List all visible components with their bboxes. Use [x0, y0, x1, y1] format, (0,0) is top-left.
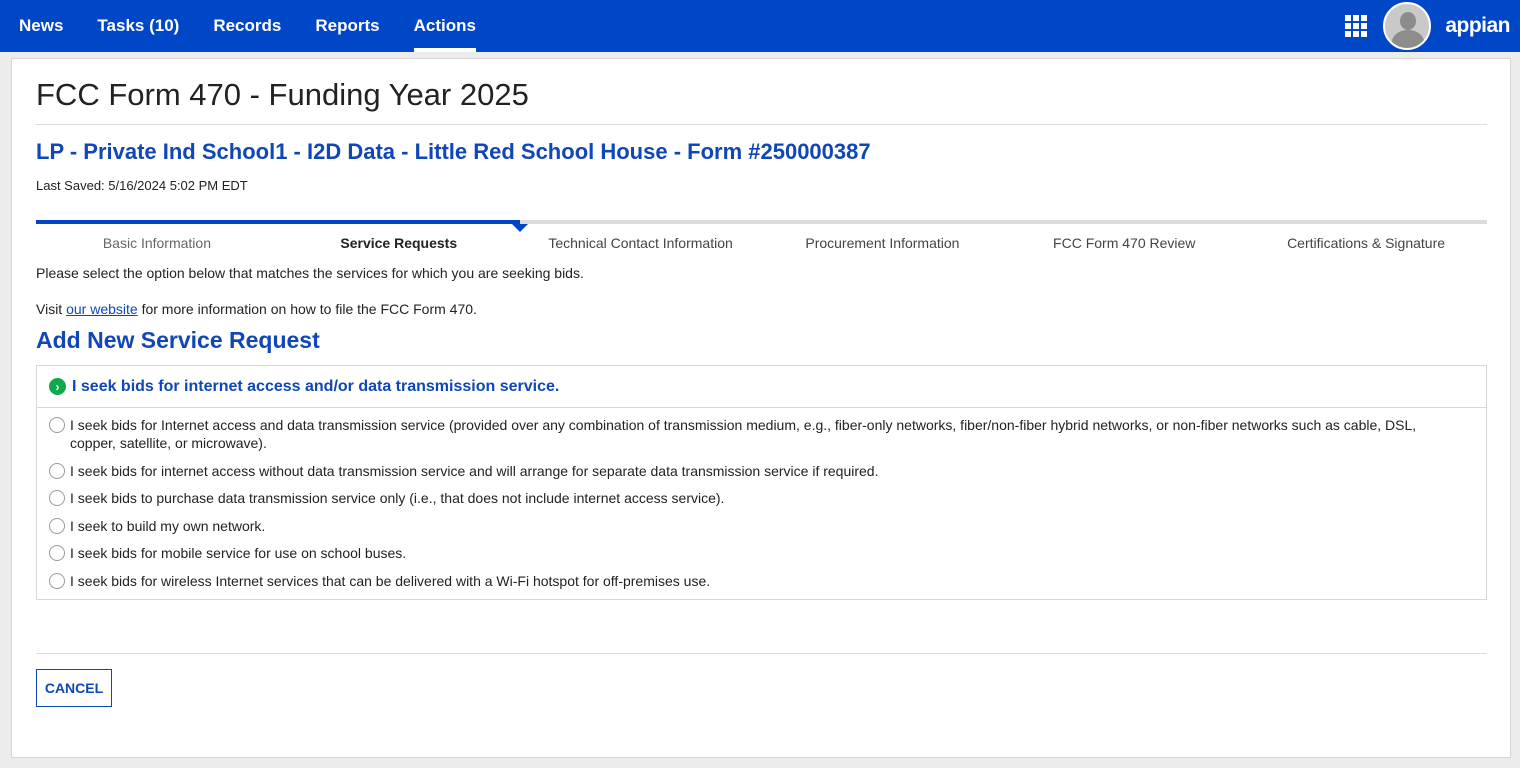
service-option[interactable]: I seek bids to purchase data transmissio…: [49, 489, 1460, 507]
topbar-right: appian: [1345, 0, 1520, 52]
radio-button[interactable]: [49, 490, 65, 506]
visit-prefix: Visit: [36, 301, 67, 317]
step-basic-information[interactable]: Basic Information: [36, 235, 278, 251]
app-grid-icon[interactable]: [1345, 15, 1368, 37]
instruction-text: Please select the option below that matc…: [36, 265, 584, 281]
option-box-header[interactable]: › I seek bids for internet access and/or…: [37, 366, 1486, 408]
appian-logo: appian: [1445, 14, 1510, 37]
nav-actions[interactable]: Actions: [397, 0, 493, 52]
step-progress-bar: [36, 220, 1487, 232]
top-navigation-bar: News Tasks (10) Records Reports Actions …: [0, 0, 1520, 52]
service-option[interactable]: I seek bids for internet access without …: [49, 462, 1460, 480]
radio-button[interactable]: [49, 463, 65, 479]
service-option[interactable]: I seek bids for mobile service for use o…: [49, 544, 1460, 562]
page-title: FCC Form 470 - Funding Year 2025: [36, 77, 529, 112]
our-website-link[interactable]: our website: [66, 301, 138, 317]
service-option[interactable]: I seek bids for Internet access and data…: [49, 416, 1460, 452]
step-progress-fill: [36, 220, 520, 224]
visit-website-text: Visit our website for more information o…: [36, 301, 477, 317]
option-label: I seek to build my own network.: [70, 518, 266, 534]
last-saved-text: Last Saved: 5/16/2024 5:02 PM EDT: [36, 178, 248, 193]
form-card: FCC Form 470 - Funding Year 2025 LP - Pr…: [11, 58, 1511, 758]
chevron-right-icon: ›: [49, 378, 66, 395]
option-label: I seek bids to purchase data transmissio…: [70, 490, 725, 506]
visit-suffix: for more information on how to file the …: [137, 301, 477, 317]
service-option[interactable]: I seek bids for wireless Internet servic…: [49, 572, 1460, 590]
option-label: I seek bids for mobile service for use o…: [70, 545, 407, 561]
radio-button[interactable]: [49, 573, 65, 589]
step-certifications: Certifications & Signature: [1287, 235, 1446, 251]
radio-button[interactable]: [49, 545, 65, 561]
step-procurement: Procurement Information: [805, 235, 960, 251]
option-label: I seek bids for internet access without …: [70, 463, 879, 479]
step-review: FCC Form 470 Review: [1053, 235, 1196, 251]
option-label: I seek bids for Internet access and data…: [70, 417, 1417, 451]
main-nav: News Tasks (10) Records Reports Actions: [0, 0, 493, 52]
nav-records[interactable]: Records: [196, 0, 298, 52]
step-technical-contact: Technical Contact Information: [548, 235, 733, 251]
nav-news[interactable]: News: [2, 0, 80, 52]
cancel-button[interactable]: CANCEL: [36, 669, 112, 707]
nav-tasks[interactable]: Tasks (10): [80, 0, 196, 52]
footer-divider: [36, 653, 1487, 654]
title-divider: [36, 124, 1487, 125]
step-labels: Basic Information Service Requests Techn…: [36, 235, 1487, 251]
option-label: I seek bids for wireless Internet servic…: [70, 573, 711, 589]
step-service-requests: Service Requests: [340, 235, 458, 251]
nav-reports[interactable]: Reports: [298, 0, 396, 52]
section-heading: Add New Service Request: [36, 327, 320, 353]
service-option[interactable]: I seek to build my own network.: [49, 517, 1460, 535]
user-avatar[interactable]: [1383, 2, 1432, 50]
service-option-box: › I seek bids for internet access and/or…: [36, 365, 1487, 600]
form-name: LP - Private Ind School1 - I2D Data - Li…: [36, 139, 871, 164]
current-step-caret: [511, 224, 528, 232]
radio-button[interactable]: [49, 518, 65, 534]
radio-button[interactable]: [49, 417, 65, 433]
option-box-title: I seek bids for internet access and/or d…: [72, 377, 560, 395]
